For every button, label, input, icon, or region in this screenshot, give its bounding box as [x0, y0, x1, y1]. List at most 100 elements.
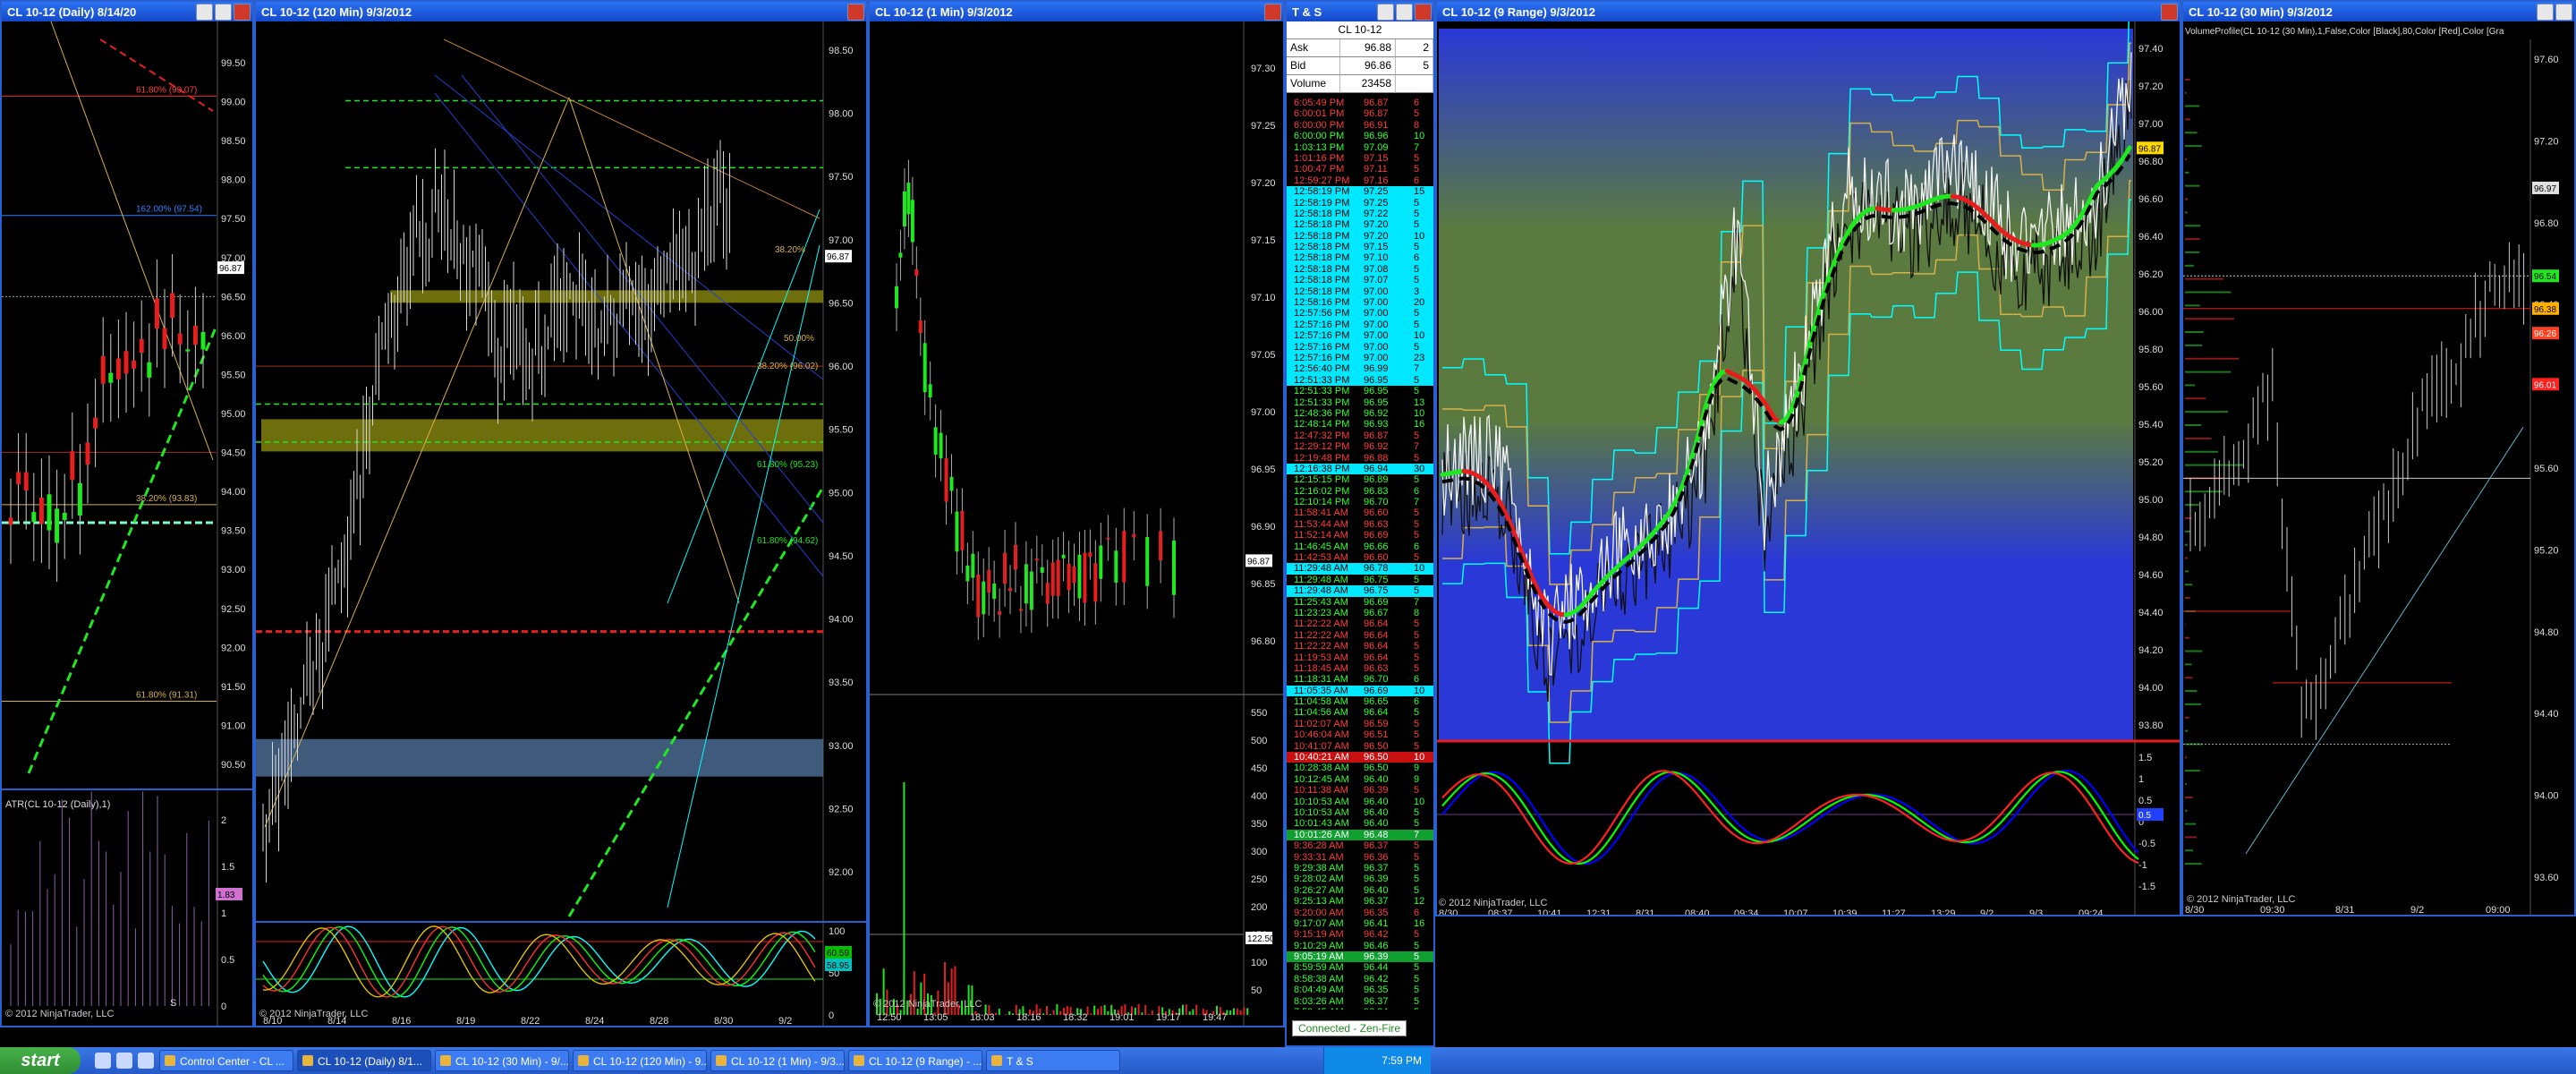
ts-trade-price: 96.48 — [1364, 829, 1389, 840]
ts-trade-row: 12:19:48 PM 96.88 5 — [1287, 453, 1433, 464]
x-axis-tick-label: 8/22 — [521, 1016, 540, 1027]
fib-label: 61.80% (95.23) — [757, 460, 818, 470]
chart-9range-title-bar[interactable]: CL 10-12 (9 Range) 9/3/2012 — [1437, 2, 2180, 21]
ts-trade-row: 11:52:14 AM 96.69 5 — [1287, 530, 1433, 541]
chart-9range-price-chart[interactable]: 97.40 97.20 97.00 96.80 96.60 96.40 96.20 96.00… — [1437, 2, 2180, 916]
ts-trade-row: 11:19:53 AM 96.64 5 — [1287, 652, 1433, 663]
candle-body — [93, 417, 98, 429]
candle-body — [70, 451, 75, 481]
ts-trade-size: 5 — [1414, 208, 1420, 219]
quicklaunch-folder-icon[interactable] — [138, 1053, 154, 1069]
ts-trade-row: 10:41:07 AM 96.50 5 — [1287, 741, 1433, 752]
ts-trade-price: 96.96 — [1364, 131, 1389, 142]
chart-1min-window[interactable]: CL 10-12 (1 Min) 9/3/2012 97.30 97.25 97.2… — [868, 0, 1285, 1027]
chart-120min-window[interactable]: CL 10-12 (120 Min) 9/3/2012 98.50 98.00 97… — [254, 0, 868, 1027]
close-icon[interactable] — [2161, 3, 2178, 21]
ts-trade-price: 96.75 — [1364, 585, 1389, 597]
ts-trade-price: 96.70 — [1364, 674, 1389, 686]
minimize-icon[interactable] — [2537, 3, 2554, 21]
time-and-sales-window[interactable]: T & S CL 10-12 Ask 96.88 2 Bid 96.86 5 V… — [1285, 0, 1435, 1047]
fib-label: 162.00% (97.54) — [136, 205, 202, 215]
ts-trade-time: 12:48:36 PM — [1294, 407, 1350, 419]
chart-120min-price-chart[interactable]: 98.50 98.00 97.50 97.00 96.50 96.00 95.50 95.00… — [256, 21, 866, 1027]
trend-line — [443, 38, 820, 219]
ts-trade-list[interactable]: 6:05:49 PM 96.87 6 6:00:01 PM 96.87 5 6:00:00 … — [1287, 98, 1433, 1010]
taskbar-task-button[interactable]: CL 10-12 (9 Range) - ... — [848, 1050, 982, 1071]
minimize-icon[interactable] — [1377, 3, 1394, 21]
ts-trade-row: 10:40:21 AM 96.50 10 — [1287, 752, 1433, 763]
taskbar-task-button[interactable]: CL 10-12 (30 Min) - 9/... — [435, 1050, 569, 1071]
maximize-icon[interactable] — [2555, 3, 2572, 21]
x-axis-tick-label: 08:37 — [1488, 908, 1513, 916]
volume-profile-label: VolumeProfile(CL 10-12 (30 Min),1,False,… — [2185, 27, 2504, 37]
close-icon[interactable] — [847, 3, 864, 21]
chart-30min-price-chart[interactable]: VolumeProfile(CL 10-12 (30 Min),1,False,… — [2183, 21, 2574, 916]
taskbar-task-button[interactable]: Control Center - CL ... — [159, 1050, 293, 1071]
ts-trade-time: 11:29:48 AM — [1294, 563, 1348, 575]
ts-trade-time: 11:22:22 AM — [1294, 641, 1348, 652]
chart-1min-title-bar[interactable]: CL 10-12 (1 Min) 9/3/2012 — [870, 2, 1283, 21]
ts-trade-price: 96.94 — [1364, 463, 1389, 474]
maximize-icon[interactable] — [215, 3, 232, 21]
price-axis-tick-label: 97.50 — [221, 214, 246, 225]
chart-30min-title-bar[interactable]: CL 10-12 (30 Min) 9/3/2012 — [2183, 2, 2574, 21]
indicator-axis-tick-label: -1 — [2138, 860, 2147, 871]
indicator-axis-tick-label: 100 — [829, 926, 845, 937]
price-axis-tick-label: 95.20 — [2534, 545, 2559, 556]
ts-trade-price: 96.37 — [1364, 840, 1389, 852]
ts-trade-size: 10 — [1414, 563, 1425, 575]
ts-trade-row: 8:04:49 AM 96.35 5 — [1287, 984, 1433, 995]
start-button[interactable]: start — [0, 1047, 81, 1074]
candle-body — [933, 427, 938, 455]
quicklaunch-browser-icon[interactable] — [95, 1053, 111, 1069]
ts-trade-row: 11:53:44 AM 96.63 5 — [1287, 519, 1433, 530]
candle-body — [914, 268, 919, 277]
ts-trade-size: 5 — [1414, 341, 1420, 353]
ts-trade-row: 8:59:59 AM 96.44 5 — [1287, 962, 1433, 973]
ts-trade-row: 12:48:36 PM 96.92 10 — [1287, 408, 1433, 419]
ts-trade-size: 5 — [1414, 507, 1420, 519]
daily-title-bar[interactable]: CL 10-12 (Daily) 8/14/20 — [2, 2, 252, 21]
ts-trade-size: 30 — [1414, 463, 1425, 474]
x-axis-tick-label: 10:07 — [1783, 908, 1808, 916]
candle-body — [1050, 562, 1055, 596]
x-axis-tick-label: 19:47 — [1203, 1012, 1228, 1023]
taskbar-task-button[interactable]: CL 10-12 (Daily) 8/1... — [297, 1050, 431, 1071]
ts-trade-size: 6 — [1414, 541, 1420, 552]
price-axis-tick-label: 93.60 — [2534, 873, 2559, 883]
ts-trade-size: 7 — [1414, 829, 1420, 840]
ts-trade-price: 96.34 — [1364, 1007, 1414, 1010]
taskbar-task-button[interactable]: CL 10-12 (120 Min) - 9... — [573, 1050, 707, 1071]
chart-120min-title-bar[interactable]: CL 10-12 (120 Min) 9/3/2012 — [256, 2, 866, 21]
daily-price-chart[interactable]: 99.5099.0098.5098.0097.5097.0096.5096.00… — [2, 21, 252, 1027]
daily-chart-window[interactable]: CL 10-12 (Daily) 8/14/20 99.50 99.00 98.50… — [0, 0, 254, 1027]
ts-trade-row: 11:42:53 AM 96.60 5 — [1287, 552, 1433, 563]
volume-axis-tick-label: 300 — [1251, 847, 1267, 857]
quicklaunch-media-icon[interactable] — [116, 1053, 132, 1069]
ts-trade-size: 7 — [1414, 363, 1420, 375]
close-icon[interactable] — [1264, 3, 1281, 21]
chart-9range-window[interactable]: CL 10-12 (9 Range) 9/3/2012 97.40 97.20 97… — [1435, 0, 2181, 916]
close-icon[interactable] — [234, 3, 251, 21]
ts-trade-time: 11:22:22 AM — [1294, 618, 1348, 630]
ts-trade-price: 96.44 — [1364, 962, 1389, 974]
ts-trade-size: 12 — [1414, 896, 1425, 908]
taskbar-task-button[interactable]: CL 10-12 (1 Min) - 9/3... — [710, 1050, 845, 1071]
minimize-icon[interactable] — [196, 3, 213, 21]
trend-line — [99, 38, 214, 112]
chart-1min-price-chart[interactable]: 97.30 97.25 97.20 97.15 97.10 97.05 97.00 96.95… — [870, 21, 1283, 1027]
x-axis-tick-label: 8/24 — [585, 1016, 604, 1027]
ts-trade-row: 11:18:45 AM 96.63 5 — [1287, 663, 1433, 674]
volume-axis-tick-label: 550 — [1251, 708, 1267, 719]
x-axis-tick-label: 8/31 — [2335, 905, 2354, 916]
maximize-icon[interactable] — [1396, 3, 1413, 21]
chart-30min-window[interactable]: CL 10-12 (30 Min) 9/3/2012 VolumeProfile… — [2181, 0, 2576, 916]
ts-trade-price: 96.87 — [1364, 108, 1389, 120]
taskbar-task-button[interactable]: T & S — [986, 1050, 1120, 1071]
price-axis-tick-label: 96.90 — [1251, 522, 1276, 533]
ts-trade-row: 11:29:48 AM 96.75 5 — [1287, 585, 1433, 597]
candle-body — [47, 494, 52, 531]
ts-trade-time: 12:51:33 PM — [1294, 386, 1350, 397]
close-icon[interactable] — [1415, 3, 1432, 21]
ts-title-bar[interactable]: T & S — [1287, 2, 1433, 21]
